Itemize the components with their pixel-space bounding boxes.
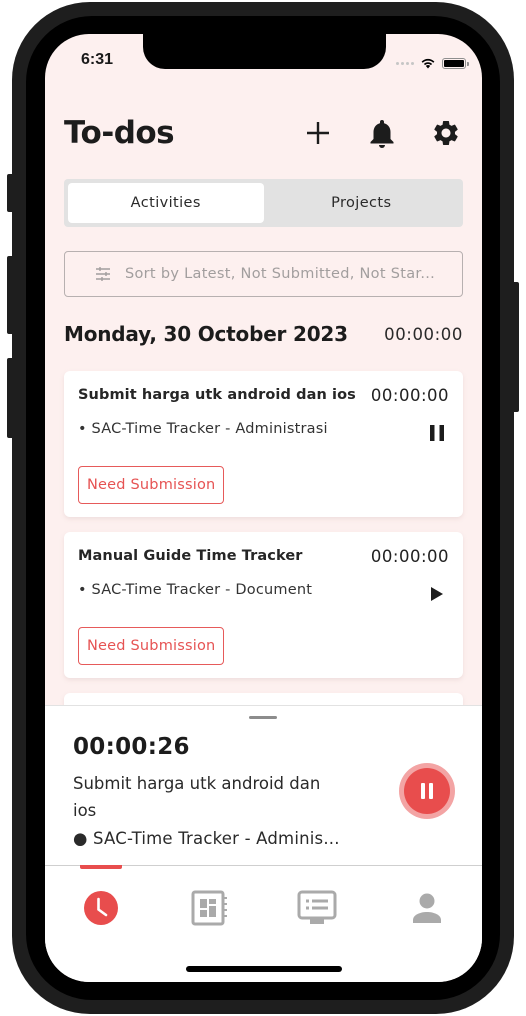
screen: 6:31 To-dos Activities Projects Sort by … [45,34,482,982]
date-label: Monday, 30 October 2023 [64,322,348,346]
gear-icon [434,121,458,145]
bottom-navigation [45,865,482,982]
view-segmented-control: Activities Projects [64,179,463,227]
monitor-list-icon [297,890,337,924]
activity-card[interactable]: Manual Guide Time Tracker 00:00:00 • SAC… [64,532,463,678]
dashboard-notebook-icon [191,890,227,926]
signal-icon [396,62,414,65]
sort-filter-text: Sort by Latest, Not Submitted, Not Star.… [125,266,436,282]
running-pause-button[interactable] [399,763,455,819]
activity-time: 00:00:00 [370,547,449,566]
nav-timesheet[interactable] [189,888,229,928]
activity-title: Submit harga utk android dan ios [78,387,356,403]
play-icon [431,587,443,601]
pause-icon [421,783,433,799]
running-activity-title: Submit harga utk android dan ios [73,774,321,820]
person-icon [413,893,441,923]
bell-icon [370,120,394,148]
activity-card[interactable]: Submit harga utk android dan ios 00:00:0… [64,371,463,517]
activity-time: 00:00:00 [370,386,449,405]
need-submission-button[interactable]: Need Submission [78,466,225,504]
pause-icon [430,425,444,441]
nav-reports[interactable] [297,888,337,928]
day-header: Monday, 30 October 2023 00:00:00 [64,322,463,346]
status-icons [396,54,469,73]
need-submission-button[interactable]: Need Submission [78,627,225,665]
sliders-icon [95,267,111,281]
active-tab-indicator [80,865,122,869]
battery-icon [442,58,469,69]
activity-project: • SAC-Time Tracker - Document [78,582,313,598]
drag-handle[interactable] [249,716,277,719]
running-timer-sheet: 00:00:26 Submit harga utk android dan io… [45,705,482,865]
home-indicator[interactable] [186,966,342,972]
play-button[interactable] [427,584,447,604]
status-time: 6:31 [81,51,114,68]
notch [143,34,386,69]
running-activity-project: ● SAC-Time Tracker - Adminis... [73,829,340,848]
mute-switch [7,174,14,212]
activity-project: • SAC-Time Tracker - Administrasi [78,421,328,437]
activity-title: Manual Guide Time Tracker [78,548,303,564]
tab-activities[interactable]: Activities [68,183,264,223]
notifications-button[interactable] [365,116,399,150]
header: To-dos [64,112,463,154]
running-elapsed-time: 00:00:26 [73,734,190,760]
power-button [512,282,519,412]
settings-button[interactable] [429,116,463,150]
nav-profile[interactable] [407,888,447,928]
clock-icon [84,891,118,925]
volume-down-button [7,358,14,438]
plus-icon [307,122,329,144]
day-total-time: 00:00:00 [384,324,463,344]
add-button[interactable] [301,116,335,150]
volume-up-button [7,256,14,334]
page-title: To-dos [64,115,175,151]
pause-button[interactable] [427,423,447,443]
tab-projects[interactable]: Projects [264,183,460,223]
wifi-icon [420,54,436,73]
sort-filter-button[interactable]: Sort by Latest, Not Submitted, Not Star.… [64,251,463,297]
nav-timer[interactable] [81,888,121,928]
